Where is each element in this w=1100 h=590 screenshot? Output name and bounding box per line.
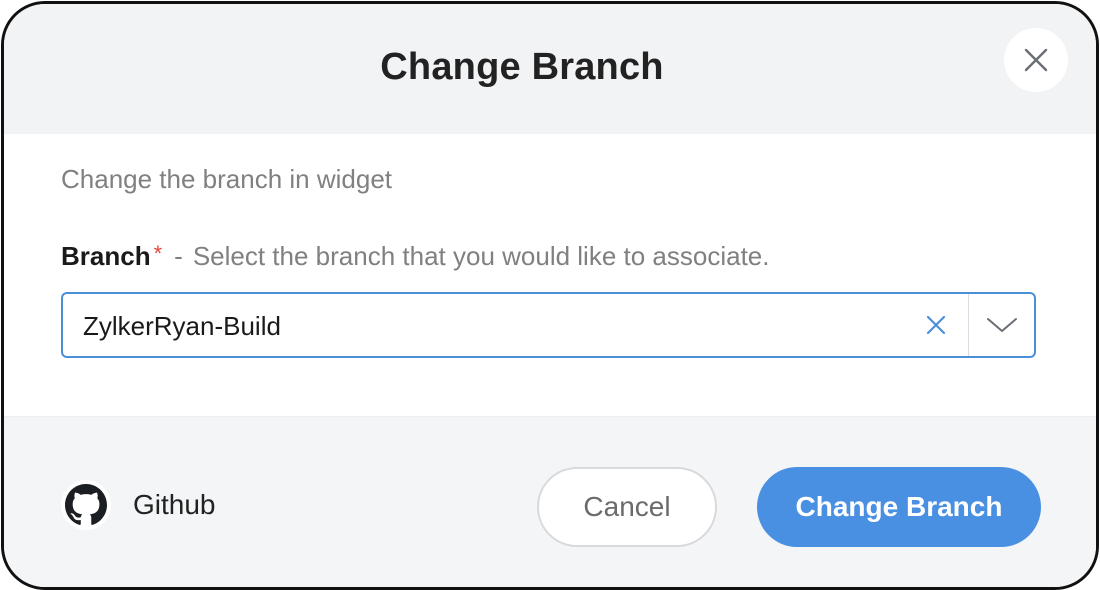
dialog-title: Change Branch xyxy=(380,46,664,88)
close-icon xyxy=(1024,48,1048,72)
branch-select-value: ZylkerRyan-Build xyxy=(83,311,281,341)
branch-hint: Select the branch that you would like to… xyxy=(192,241,770,271)
provider-label: Github xyxy=(133,489,216,520)
branch-field-label-row: Branch * - Select the branch that you would… xyxy=(61,241,769,272)
change-branch-dialog: Change Branch Change the branch in widge… xyxy=(1,1,1099,590)
change-branch-button[interactable]: Change Branch xyxy=(757,467,1041,547)
required-marker: * xyxy=(153,241,163,266)
clear-selection-button[interactable] xyxy=(921,310,951,340)
cancel-button[interactable]: Cancel xyxy=(537,467,717,547)
github-icon xyxy=(61,480,111,530)
dropdown-toggle-button[interactable] xyxy=(969,294,1035,356)
provider-info: Github xyxy=(61,480,216,530)
close-button[interactable] xyxy=(1004,28,1068,92)
dialog-body: Change the branch in widget Branch * - Sele… xyxy=(4,134,1096,416)
branch-label: Branch xyxy=(61,241,151,271)
clear-icon xyxy=(926,315,946,335)
label-separator: - xyxy=(174,241,183,271)
branch-select[interactable]: ZylkerRyan-Build xyxy=(61,292,1036,358)
dialog-description: Change the branch in widget xyxy=(61,164,393,194)
dialog-header: Change Branch xyxy=(4,4,1096,134)
chevron-down-icon xyxy=(987,318,1017,332)
dialog-footer: Github Cancel Change Branch xyxy=(4,416,1096,587)
